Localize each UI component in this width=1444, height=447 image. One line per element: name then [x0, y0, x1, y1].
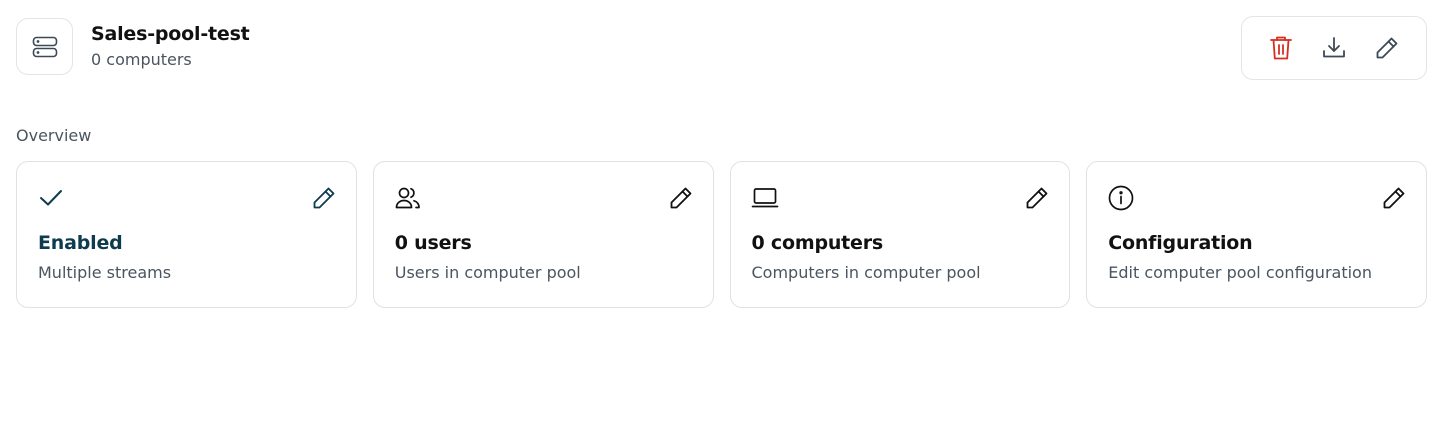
- pencil-icon: [312, 186, 336, 210]
- laptop-icon: [751, 184, 779, 212]
- download-icon: [1322, 36, 1346, 60]
- edit-configuration-button[interactable]: [1380, 184, 1408, 212]
- page-title: Sales-pool-test: [91, 23, 250, 45]
- overview-cards: Enabled Multiple streams 0 users Users i…: [16, 161, 1427, 308]
- users-icon: [394, 184, 422, 212]
- pool-header: Sales-pool-test 0 computers: [16, 16, 1427, 80]
- pencil-icon: [1375, 36, 1399, 60]
- card-description: Users in computer pool: [394, 263, 581, 282]
- edit-computers-button[interactable]: [1023, 184, 1051, 212]
- card-status[interactable]: Enabled Multiple streams: [16, 161, 357, 308]
- edit-status-button[interactable]: [310, 184, 338, 212]
- check-icon: [37, 184, 65, 212]
- pool-title-block: Sales-pool-test 0 computers: [91, 21, 250, 70]
- computer-count: 0 computers: [91, 50, 192, 69]
- pencil-icon: [669, 186, 693, 210]
- server-icon: [32, 36, 58, 58]
- info-icon: [1107, 184, 1135, 212]
- card-description: Computers in computer pool: [751, 263, 981, 282]
- trash-icon: [1269, 35, 1293, 61]
- card-title: Enabled: [38, 232, 123, 254]
- card-description: Edit computer pool configuration: [1108, 263, 1372, 282]
- edit-users-button[interactable]: [667, 184, 695, 212]
- download-button[interactable]: [1316, 30, 1352, 66]
- card-description: Multiple streams: [38, 263, 172, 282]
- card-computers[interactable]: 0 computers Computers in computer pool: [729, 161, 1071, 308]
- card-users[interactable]: 0 users Users in computer pool: [372, 161, 714, 308]
- section-label-overview: Overview: [16, 126, 92, 145]
- pencil-icon: [1025, 186, 1049, 210]
- card-configuration[interactable]: Configuration Edit computer pool configu…: [1086, 161, 1427, 308]
- delete-button[interactable]: [1263, 30, 1299, 66]
- card-title: Configuration: [1108, 232, 1253, 254]
- action-toolbar: [1241, 16, 1427, 80]
- pencil-icon: [1382, 186, 1406, 210]
- edit-pool-button[interactable]: [1369, 30, 1405, 66]
- pool-icon-container: [16, 18, 73, 75]
- card-title: 0 users: [394, 232, 472, 254]
- card-title: 0 computers: [751, 232, 884, 254]
